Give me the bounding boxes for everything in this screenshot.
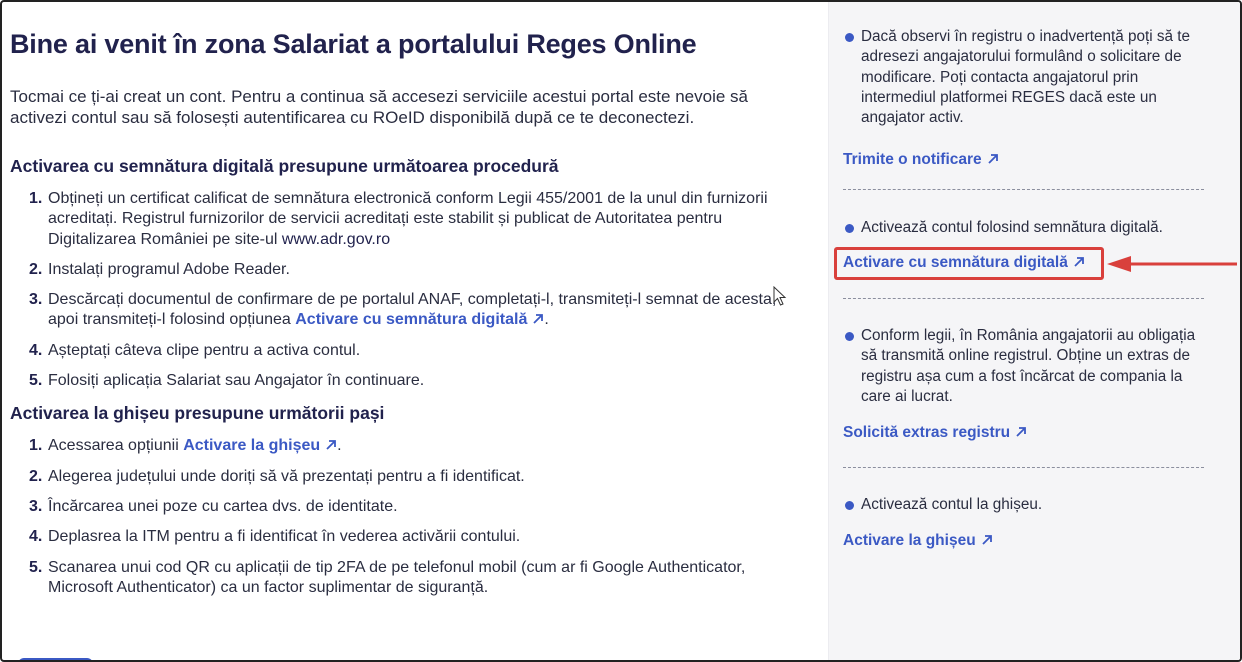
divider	[843, 467, 1204, 468]
sidebar: Dacă observi în registru o inadvertență …	[828, 2, 1240, 660]
list-item: 3. Încărcarea unei poze cu cartea dvs. d…	[10, 497, 800, 517]
activate-at-counter-link[interactable]: Activare la ghișeu	[843, 531, 993, 551]
step-text: Folosiți aplicația Salariat sau Angajato…	[48, 372, 425, 390]
divider	[843, 298, 1204, 299]
sidebar-block-counter: Activează contul la ghișeu. Activare la …	[843, 495, 1203, 551]
bullet-dot-icon	[845, 501, 854, 510]
link-label: Trimite o notificare	[843, 151, 982, 169]
step-number: 2.	[29, 260, 43, 278]
bullet-dot-icon	[845, 224, 854, 233]
sidebar-text-content: Conform legii, în România angajatorii au…	[861, 327, 1196, 405]
digital-signature-steps: 1. Obțineți un certificat calificat de s…	[10, 189, 810, 391]
send-notification-link[interactable]: Trimite o notificare	[843, 150, 999, 170]
list-item: 5. Scanarea unui cod QR cu aplicații de …	[10, 558, 800, 599]
sidebar-block-register-extract: Conform legii, în România angajatorii au…	[843, 326, 1203, 443]
red-pointer-arrow-icon	[1107, 256, 1237, 272]
step-number: 3.	[29, 291, 43, 309]
link-label: Activare la ghișeu	[843, 532, 976, 550]
sidebar-block-notification: Dacă observi în registru o inadvertență …	[843, 27, 1203, 170]
step-number: 4.	[29, 528, 43, 546]
step-text: Acessarea opțiunii	[48, 437, 184, 455]
list-item: 4. Deplasrea la ITM pentru a fi identifi…	[10, 527, 800, 547]
activate-digital-signature-inline-link[interactable]: Activare cu semnătura digitală	[295, 311, 544, 328]
divider	[843, 189, 1204, 190]
page-frame: Bine ai venit în zona Salariat a portalu…	[0, 0, 1242, 662]
link-label: Activare cu semnătura digitală	[295, 311, 528, 329]
external-link-arrow-icon	[982, 535, 992, 545]
step-text: Încărcarea unei poze cu cartea dvs. de i…	[48, 497, 398, 515]
list-item: 1. Obțineți un certificat calificat de s…	[10, 189, 800, 250]
intro-text: Tocmai ce ți-ai creat un cont. Pentru a …	[10, 87, 748, 127]
step-number: 4.	[29, 341, 43, 359]
request-register-extract-link[interactable]: Solicită extras registru	[843, 423, 1027, 443]
step-number: 1.	[29, 437, 43, 455]
external-link-arrow-icon	[326, 440, 337, 451]
step-text-end: .	[337, 437, 342, 455]
step-number: 1.	[29, 190, 43, 207]
sidebar-text: Conform legii, în România angajatorii au…	[843, 326, 1203, 407]
page-title: Bine ai venit în zona Salariat a portalu…	[10, 29, 697, 59]
bullet-dot-icon	[845, 33, 854, 42]
external-link-arrow-icon	[988, 154, 998, 165]
list-item: 3. Descărcați documentul de confirmare d…	[10, 290, 800, 331]
counter-activation-steps: 1. Acessarea opțiunii Activare la ghișeu…	[10, 436, 810, 598]
sidebar-text-content: Activează contul folosind semnătura digi…	[861, 219, 1163, 236]
step-number: 5.	[29, 558, 43, 576]
list-item: 5. Folosiți aplicația Salariat sau Angaj…	[10, 371, 800, 391]
sidebar-text: Dacă observi în registru o inadvertență …	[843, 27, 1203, 128]
list-item: 2. Alegerea județului unde doriți să vă …	[10, 467, 800, 487]
step-number: 5.	[29, 372, 43, 390]
external-link-arrow-icon	[533, 314, 544, 325]
link-label: Solicită extras registru	[843, 424, 1011, 442]
step-text: Deplasrea la ITM pentru a fi identificat…	[48, 528, 521, 546]
step-number: 3.	[29, 497, 43, 515]
step-text-end: .	[544, 311, 549, 329]
section-counter-activation-title: Activarea la ghișeu presupune următorii …	[10, 403, 385, 424]
main-content: Bine ai venit în zona Salariat a portalu…	[10, 24, 810, 608]
step-text: Așteptați câteva clipe pentru a activa c…	[48, 341, 361, 359]
step-text: Alegerea județului unde doriți să vă pre…	[48, 467, 525, 485]
activate-at-counter-inline-link[interactable]: Activare la ghișeu	[183, 437, 337, 454]
list-item: 4. Așteptați câteva clipe pentru a activ…	[10, 341, 800, 361]
sidebar-text: Activează contul la ghișeu.	[843, 495, 1203, 515]
step-text: Obțineți un certificat calificat de semn…	[48, 190, 768, 248]
list-item: 2. Instalați programul Adobe Reader.	[10, 260, 800, 280]
bottom-button-edge[interactable]	[18, 658, 93, 660]
sidebar-text-content: Activează contul la ghișeu.	[861, 496, 1043, 513]
bullet-dot-icon	[845, 332, 854, 341]
list-item: 1. Acessarea opțiunii Activare la ghișeu…	[10, 436, 800, 456]
external-link-arrow-icon	[1016, 427, 1027, 437]
step-number: 2.	[29, 467, 43, 485]
step-text: Instalați programul Adobe Reader.	[48, 260, 290, 278]
section-digital-signature-title: Activarea cu semnătura digitală presupun…	[10, 156, 559, 176]
sidebar-text: Activează contul folosind semnătura digi…	[843, 218, 1203, 238]
step-text: Scanarea unui cod QR cu aplicații de tip…	[48, 558, 746, 596]
mouse-cursor-icon	[773, 286, 787, 306]
sidebar-text-content: Dacă observi în registru o inadvertență …	[861, 28, 1191, 127]
link-label: Activare la ghișeu	[183, 437, 321, 455]
adr-website-link[interactable]: www.adr.gov.ro	[282, 231, 390, 248]
highlight-box	[834, 247, 1104, 280]
